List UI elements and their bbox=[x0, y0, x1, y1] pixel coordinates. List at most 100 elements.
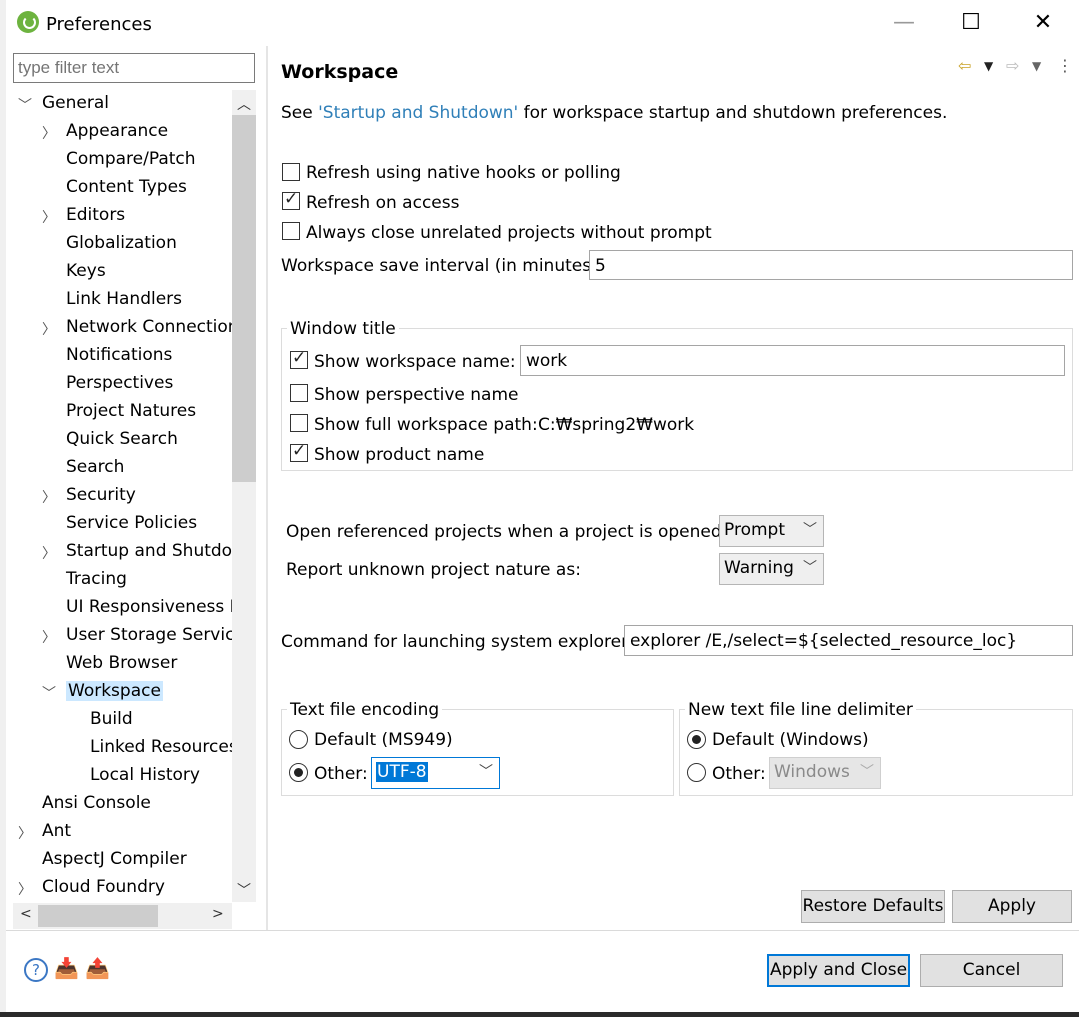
tree-item[interactable]: Appearance bbox=[66, 121, 168, 141]
close-unrelated-checkbox[interactable] bbox=[282, 222, 300, 240]
encoding-default-label: Default (MS949) bbox=[314, 730, 453, 750]
report-nature-select[interactable]: Warning ﹀ bbox=[719, 553, 824, 585]
scroll-left-icon[interactable]: < bbox=[20, 906, 32, 922]
tree-item[interactable]: Globalization bbox=[66, 233, 177, 253]
refresh-access-checkbox[interactable] bbox=[282, 189, 300, 210]
tree-item[interactable]: Security bbox=[66, 485, 136, 505]
explorer-command-input[interactable]: explorer /E,/select=${selected_resource_… bbox=[624, 625, 1073, 656]
tree-item[interactable]: Link Handlers bbox=[66, 289, 182, 309]
scroll-right-icon[interactable]: > bbox=[212, 906, 224, 922]
chevron-down-icon[interactable]: ﹀ bbox=[18, 95, 32, 115]
back-icon[interactable]: ⇦ bbox=[958, 56, 971, 75]
chevron-right-icon[interactable]: 〉 bbox=[42, 123, 56, 143]
show-perspective-checkbox[interactable] bbox=[290, 384, 308, 402]
window-title-group-label: Window title bbox=[287, 319, 399, 339]
encoding-other-label: Other: bbox=[314, 764, 368, 784]
chevron-right-icon[interactable]: 〉 bbox=[42, 543, 56, 563]
export-icon[interactable]: 📤 bbox=[85, 956, 110, 980]
workspace-name-input[interactable]: work bbox=[520, 345, 1065, 376]
page-title: Workspace bbox=[281, 61, 399, 83]
encoding-select[interactable]: UTF-8 ﹀ bbox=[371, 757, 500, 789]
tree-item[interactable]: Service Policies bbox=[66, 513, 197, 533]
explorer-command-label: Command for launching system explorer: bbox=[281, 632, 634, 652]
open-referenced-select[interactable]: Prompt ﹀ bbox=[719, 515, 824, 547]
tree-item[interactable]: Local History bbox=[90, 765, 200, 785]
delimiter-default-radio[interactable] bbox=[687, 730, 706, 749]
tree-item[interactable]: Notifications bbox=[66, 345, 172, 365]
help-icon[interactable]: ? bbox=[24, 958, 48, 982]
show-product-label: Show product name bbox=[314, 445, 485, 465]
apply-and-close-button[interactable]: Apply and Close bbox=[767, 954, 910, 987]
tree-item[interactable]: Tracing bbox=[66, 569, 127, 589]
show-full-path-label: Show full workspace path: bbox=[314, 415, 538, 435]
delimiter-group-label: New text file line delimiter bbox=[685, 700, 916, 720]
scroll-up-icon[interactable]: ︿ bbox=[237, 94, 251, 114]
save-interval-input[interactable]: 5 bbox=[589, 250, 1073, 280]
panel-divider[interactable] bbox=[266, 46, 268, 930]
delimiter-select[interactable]: Windows ﹀ bbox=[769, 757, 881, 789]
chevron-right-icon[interactable]: 〉 bbox=[42, 627, 56, 647]
tree-item[interactable]: Editors bbox=[66, 205, 125, 225]
delimiter-other-label: Other: bbox=[712, 764, 766, 784]
tree-item[interactable]: Startup and Shutdov bbox=[66, 541, 232, 561]
chevron-down-icon: ﹀ bbox=[860, 764, 874, 780]
tree-item[interactable]: General bbox=[42, 93, 109, 113]
tree-vertical-scroll-thumb[interactable] bbox=[232, 115, 256, 482]
encoding-other-radio[interactable] bbox=[289, 763, 308, 782]
cancel-button[interactable]: Cancel bbox=[920, 954, 1063, 987]
tree-item[interactable]: UI Responsiveness M bbox=[66, 597, 232, 617]
tree-item[interactable]: Linked Resources bbox=[90, 737, 232, 757]
delimiter-other-radio[interactable] bbox=[687, 763, 706, 782]
tree-item[interactable]: User Storage Service bbox=[66, 625, 232, 645]
close-button[interactable]: ✕ bbox=[1020, 6, 1066, 40]
tree-item[interactable]: Perspectives bbox=[66, 373, 173, 393]
view-menu-icon[interactable]: ⋮ bbox=[1057, 56, 1073, 75]
chevron-right-icon[interactable]: 〉 bbox=[18, 823, 32, 843]
tree-item[interactable]: Compare/Patch bbox=[66, 149, 196, 169]
chevron-right-icon[interactable]: 〉 bbox=[18, 879, 32, 899]
chevron-down-icon: ﹀ bbox=[479, 764, 493, 780]
refresh-native-label: Refresh using native hooks or polling bbox=[306, 163, 621, 183]
tree-item[interactable]: Quick Search bbox=[66, 429, 178, 449]
tree-item[interactable]: Cloud Foundry bbox=[42, 877, 165, 897]
filter-input[interactable] bbox=[13, 53, 255, 83]
tree-item[interactable]: Search bbox=[66, 457, 124, 477]
restore-defaults-button[interactable]: Restore Defaults bbox=[801, 890, 945, 923]
tree-item[interactable]: Build bbox=[90, 709, 133, 729]
open-referenced-label: Open referenced projects when a project … bbox=[286, 522, 728, 542]
back-menu-icon[interactable]: ▼ bbox=[984, 59, 993, 73]
startup-shutdown-link[interactable]: 'Startup and Shutdown' bbox=[318, 103, 518, 123]
show-workspace-name-checkbox[interactable] bbox=[290, 348, 308, 369]
show-full-path-checkbox[interactable] bbox=[290, 414, 308, 432]
chevron-right-icon[interactable]: 〉 bbox=[42, 487, 56, 507]
tree-item[interactable]: Content Types bbox=[66, 177, 187, 197]
apply-button[interactable]: Apply bbox=[952, 890, 1072, 923]
encoding-group-label: Text file encoding bbox=[287, 700, 443, 720]
chevron-down-icon[interactable]: ﹀ bbox=[42, 683, 56, 703]
forward-menu-icon[interactable]: ▼ bbox=[1032, 59, 1041, 73]
tree-item[interactable]: AspectJ Compiler bbox=[42, 849, 187, 869]
tree-horizontal-scroll-thumb[interactable] bbox=[38, 905, 158, 927]
show-product-checkbox[interactable] bbox=[290, 441, 308, 462]
minimize-button[interactable]: — bbox=[881, 6, 927, 40]
encoding-default-radio[interactable] bbox=[289, 730, 308, 749]
delimiter-default-label: Default (Windows) bbox=[712, 730, 869, 750]
tree-item[interactable]: Ansi Console bbox=[42, 793, 151, 813]
maximize-button[interactable]: ☐ bbox=[948, 6, 994, 40]
save-interval-label: Workspace save interval (in minutes): bbox=[281, 256, 604, 276]
scroll-down-icon[interactable]: ﹀ bbox=[237, 880, 251, 900]
refresh-native-checkbox[interactable] bbox=[282, 163, 300, 181]
tree-item[interactable]: Workspace bbox=[66, 681, 163, 701]
refresh-access-label: Refresh on access bbox=[306, 193, 460, 213]
import-icon[interactable]: 📥 bbox=[54, 956, 79, 980]
tree-item[interactable]: Network Connection bbox=[66, 317, 232, 337]
tree-item[interactable]: Ant bbox=[42, 821, 71, 841]
chevron-right-icon[interactable]: 〉 bbox=[42, 207, 56, 227]
forward-icon[interactable]: ⇨ bbox=[1006, 56, 1019, 75]
tree-item[interactable]: Keys bbox=[66, 261, 106, 281]
spring-app-icon bbox=[17, 11, 39, 33]
tree-item[interactable]: Web Browser bbox=[66, 653, 177, 673]
full-path-value: C:₩spring2₩work bbox=[538, 415, 695, 435]
chevron-right-icon[interactable]: 〉 bbox=[42, 319, 56, 339]
tree-item[interactable]: Project Natures bbox=[66, 401, 196, 421]
